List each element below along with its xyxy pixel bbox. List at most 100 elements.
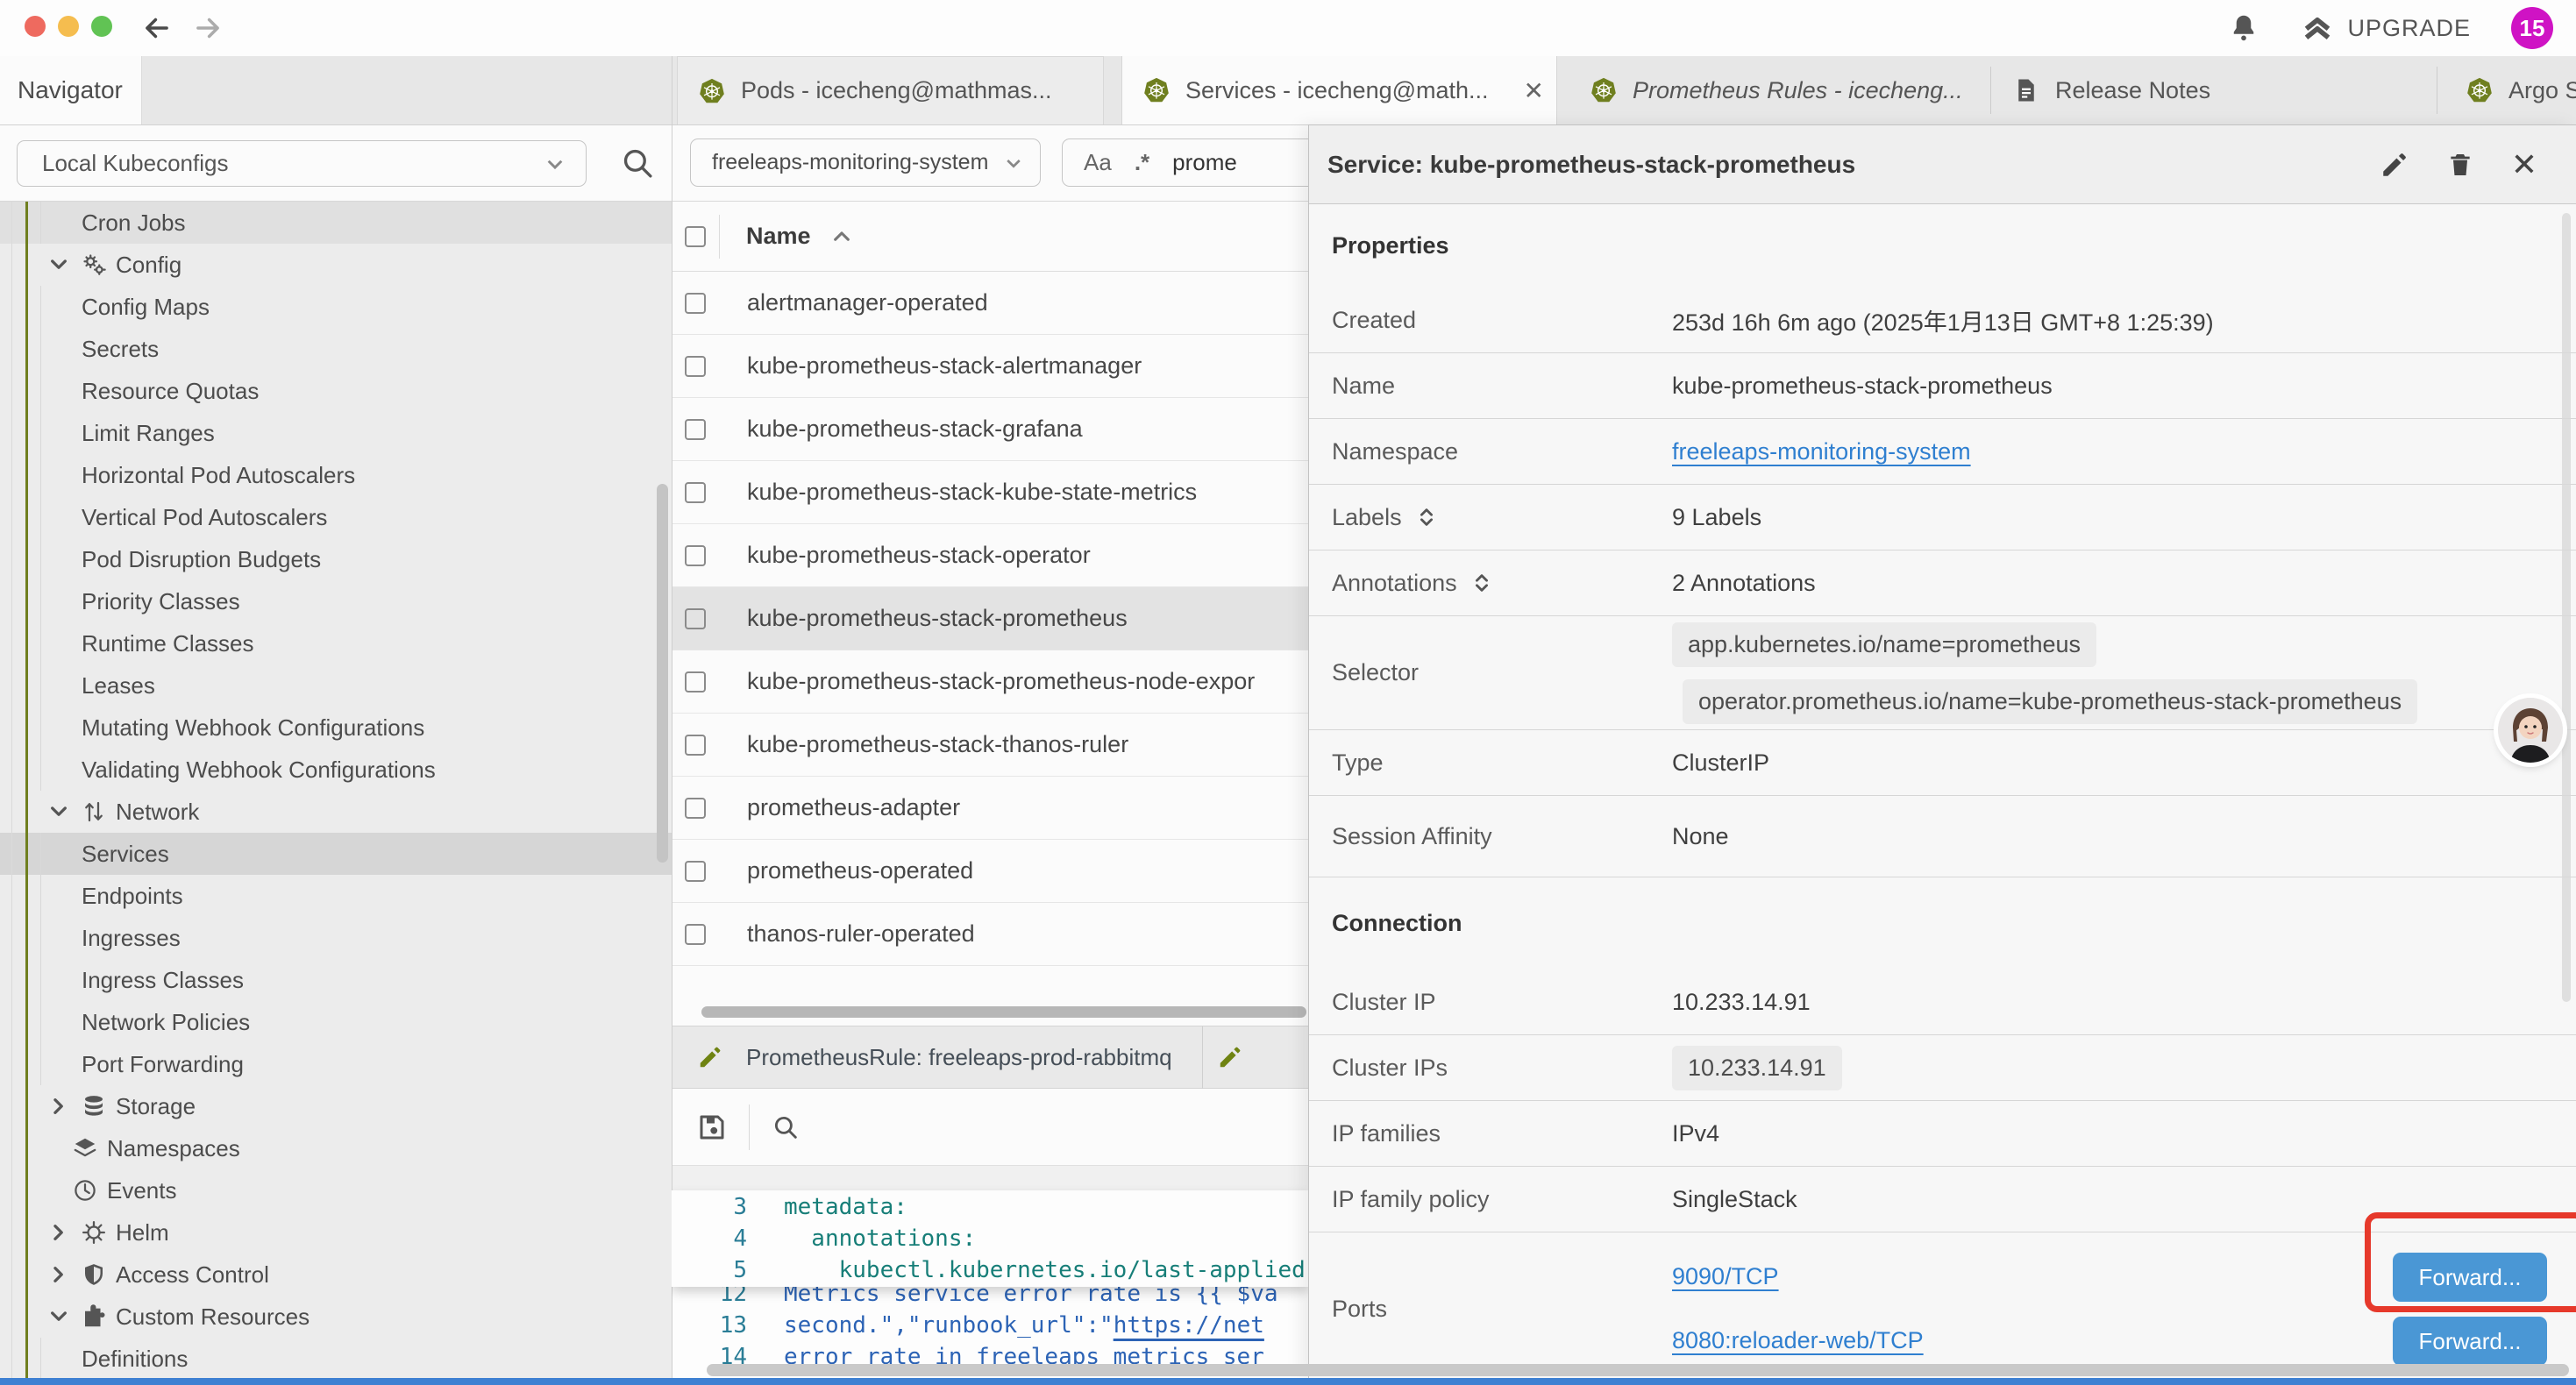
table-horizontal-scrollbar[interactable] bbox=[701, 1006, 1306, 1018]
select-all-checkbox[interactable] bbox=[685, 226, 706, 247]
yaml-editor[interactable]: 11o","for":"1m","labels":{"service":"f12… bbox=[672, 1166, 1309, 1378]
sidebar-item-validating-webhook-configurations[interactable]: Validating Webhook Configurations bbox=[0, 749, 672, 791]
minimize-window-button[interactable] bbox=[58, 16, 79, 37]
sidebar-item-config-maps[interactable]: Config Maps bbox=[0, 286, 672, 328]
bottom-horizontal-scrollbar[interactable] bbox=[707, 1364, 2569, 1376]
sidebar-item-runtime-classes[interactable]: Runtime Classes bbox=[0, 622, 672, 664]
row-checkbox[interactable] bbox=[685, 545, 706, 566]
sidebar-item-port-forwarding[interactable]: Port Forwarding bbox=[0, 1043, 672, 1085]
sidebar-item-ingresses[interactable]: Ingresses bbox=[0, 917, 672, 959]
sidebar-item-network[interactable]: Network bbox=[0, 791, 672, 833]
table-row[interactable]: kube-prometheus-stack-alertmanager bbox=[672, 335, 1309, 398]
tab-release[interactable]: Release Notes bbox=[1992, 56, 2435, 124]
chevron-down-icon[interactable] bbox=[46, 252, 72, 278]
navigator-panel-tab[interactable]: Navigator bbox=[0, 56, 142, 124]
notification-count-badge[interactable]: 15 bbox=[2511, 7, 2553, 49]
forward-icon[interactable] bbox=[191, 11, 224, 45]
sort-updown-icon[interactable] bbox=[1471, 571, 1492, 595]
sidebar-item-cron-jobs[interactable]: Cron Jobs bbox=[0, 202, 672, 244]
table-row[interactable]: kube-prometheus-stack-prometheus bbox=[672, 587, 1309, 650]
chevron-right-icon[interactable] bbox=[46, 1093, 72, 1119]
namespace-selector[interactable]: freeleaps-monitoring-system bbox=[690, 138, 1041, 187]
namespace-link[interactable]: freeleaps-monitoring-system bbox=[1672, 438, 1971, 465]
row-checkbox[interactable] bbox=[685, 671, 706, 692]
name-column-header[interactable]: Name bbox=[746, 223, 811, 250]
chevron-down-icon[interactable] bbox=[46, 799, 72, 825]
sidebar-item-access-control[interactable]: Access Control bbox=[0, 1254, 672, 1296]
kubeconfig-selector[interactable]: Local Kubeconfigs bbox=[17, 140, 587, 187]
sidebar-item-vertical-pod-autoscalers[interactable]: Vertical Pod Autoscalers bbox=[0, 496, 672, 538]
table-row[interactable]: thanos-ruler-operated bbox=[672, 903, 1309, 966]
table-row[interactable]: prometheus-adapter bbox=[672, 777, 1309, 840]
row-checkbox[interactable] bbox=[685, 861, 706, 882]
upgrade-button[interactable]: UPGRADE bbox=[2300, 11, 2471, 46]
sidebar-item-definitions[interactable]: Definitions bbox=[0, 1338, 672, 1378]
sidebar-item-ingress-classes[interactable]: Ingress Classes bbox=[0, 959, 672, 1001]
tab-services[interactable]: Services - icecheng@math...✕ bbox=[1121, 56, 1557, 124]
sort-ascending-icon[interactable] bbox=[830, 225, 853, 248]
assistant-avatar[interactable] bbox=[2498, 698, 2563, 763]
search-input[interactable]: Aa .* prome bbox=[1062, 138, 1309, 187]
sidebar-scrollbar[interactable] bbox=[657, 484, 668, 863]
chevron-right-icon[interactable] bbox=[46, 1219, 72, 1246]
sidebar-item-resource-quotas[interactable]: Resource Quotas bbox=[0, 370, 672, 412]
delete-trash-icon[interactable] bbox=[2446, 151, 2474, 179]
sidebar-item-helm[interactable]: Helm bbox=[0, 1211, 672, 1254]
row-checkbox[interactable] bbox=[685, 798, 706, 819]
port-link[interactable]: 9090/TCP bbox=[1672, 1263, 1779, 1290]
back-icon[interactable] bbox=[140, 11, 174, 45]
table-row[interactable]: alertmanager-operated bbox=[672, 272, 1309, 335]
sidebar-item-horizontal-pod-autoscalers[interactable]: Horizontal Pod Autoscalers bbox=[0, 454, 672, 496]
sidebar-item-endpoints[interactable]: Endpoints bbox=[0, 875, 672, 917]
sort-updown-icon[interactable] bbox=[1416, 505, 1437, 529]
table-row[interactable]: prometheus-operated bbox=[672, 840, 1309, 903]
match-case-icon[interactable]: Aa bbox=[1084, 149, 1112, 176]
sidebar-item-limit-ranges[interactable]: Limit Ranges bbox=[0, 412, 672, 454]
sidebar-search-icon[interactable] bbox=[619, 145, 656, 181]
row-checkbox[interactable] bbox=[685, 293, 706, 314]
chevron-right-icon[interactable] bbox=[46, 1261, 72, 1288]
sidebar-item-services[interactable]: Services bbox=[0, 833, 672, 875]
table-row[interactable]: kube-prometheus-stack-kube-state-metrics bbox=[672, 461, 1309, 524]
chevron-down-icon[interactable] bbox=[46, 1303, 72, 1330]
row-checkbox[interactable] bbox=[685, 735, 706, 756]
save-icon[interactable] bbox=[696, 1112, 728, 1143]
edit-pencil-icon[interactable] bbox=[2380, 150, 2409, 180]
sidebar-item-storage[interactable]: Storage bbox=[0, 1085, 672, 1127]
sidebar-item-config[interactable]: Config bbox=[0, 244, 672, 286]
sidebar-item-custom-resources[interactable]: Custom Resources bbox=[0, 1296, 672, 1338]
close-window-button[interactable] bbox=[25, 16, 46, 37]
table-row[interactable]: kube-prometheus-stack-grafana bbox=[672, 398, 1309, 461]
table-row[interactable]: kube-prometheus-stack-prometheus-node-ex… bbox=[672, 650, 1309, 714]
regex-icon[interactable]: .* bbox=[1135, 149, 1149, 176]
close-icon[interactable]: ✕ bbox=[2511, 149, 2537, 181]
row-checkbox[interactable] bbox=[685, 608, 706, 629]
editor-search-icon[interactable] bbox=[771, 1112, 801, 1142]
details-row-annotations: Annotations2 Annotations bbox=[1309, 550, 2576, 616]
editor-tab-prometheusrule[interactable]: PrometheusRule: freeleaps-prod-rabbitmq bbox=[672, 1026, 1202, 1089]
maximize-window-button[interactable] bbox=[91, 16, 112, 37]
row-checkbox[interactable] bbox=[685, 419, 706, 440]
row-checkbox[interactable] bbox=[685, 924, 706, 945]
sidebar-item-priority-classes[interactable]: Priority Classes bbox=[0, 580, 672, 622]
sidebar-item-pod-disruption-budgets[interactable]: Pod Disruption Budgets bbox=[0, 538, 672, 580]
forward-button[interactable]: Forward... bbox=[2393, 1317, 2547, 1366]
details-scrollbar[interactable] bbox=[2562, 213, 2571, 1002]
tab-argo[interactable]: Argo Se bbox=[2445, 56, 2576, 124]
sidebar-item-namespaces[interactable]: Namespaces bbox=[0, 1127, 672, 1169]
port-link[interactable]: 8080:reloader-web/TCP bbox=[1672, 1327, 1924, 1354]
sidebar-item-secrets[interactable]: Secrets bbox=[0, 328, 672, 370]
tab-pods[interactable]: Pods - icecheng@mathmas... bbox=[677, 56, 1104, 124]
close-tab-icon[interactable]: ✕ bbox=[1524, 76, 1544, 105]
sidebar-item-leases[interactable]: Leases bbox=[0, 664, 672, 707]
sidebar-item-events[interactable]: Events bbox=[0, 1169, 672, 1211]
table-row[interactable]: kube-prometheus-stack-operator bbox=[672, 524, 1309, 587]
notifications-bell-icon[interactable] bbox=[2228, 12, 2259, 44]
editor-tab-partial[interactable] bbox=[1203, 1026, 1309, 1089]
sidebar-item-mutating-webhook-configurations[interactable]: Mutating Webhook Configurations bbox=[0, 707, 672, 749]
tab-prometheus[interactable]: Prometheus Rules - icecheng... bbox=[1569, 56, 1992, 124]
table-row[interactable]: kube-prometheus-stack-thanos-ruler bbox=[672, 714, 1309, 777]
row-checkbox[interactable] bbox=[685, 482, 706, 503]
row-checkbox[interactable] bbox=[685, 356, 706, 377]
sidebar-item-network-policies[interactable]: Network Policies bbox=[0, 1001, 672, 1043]
